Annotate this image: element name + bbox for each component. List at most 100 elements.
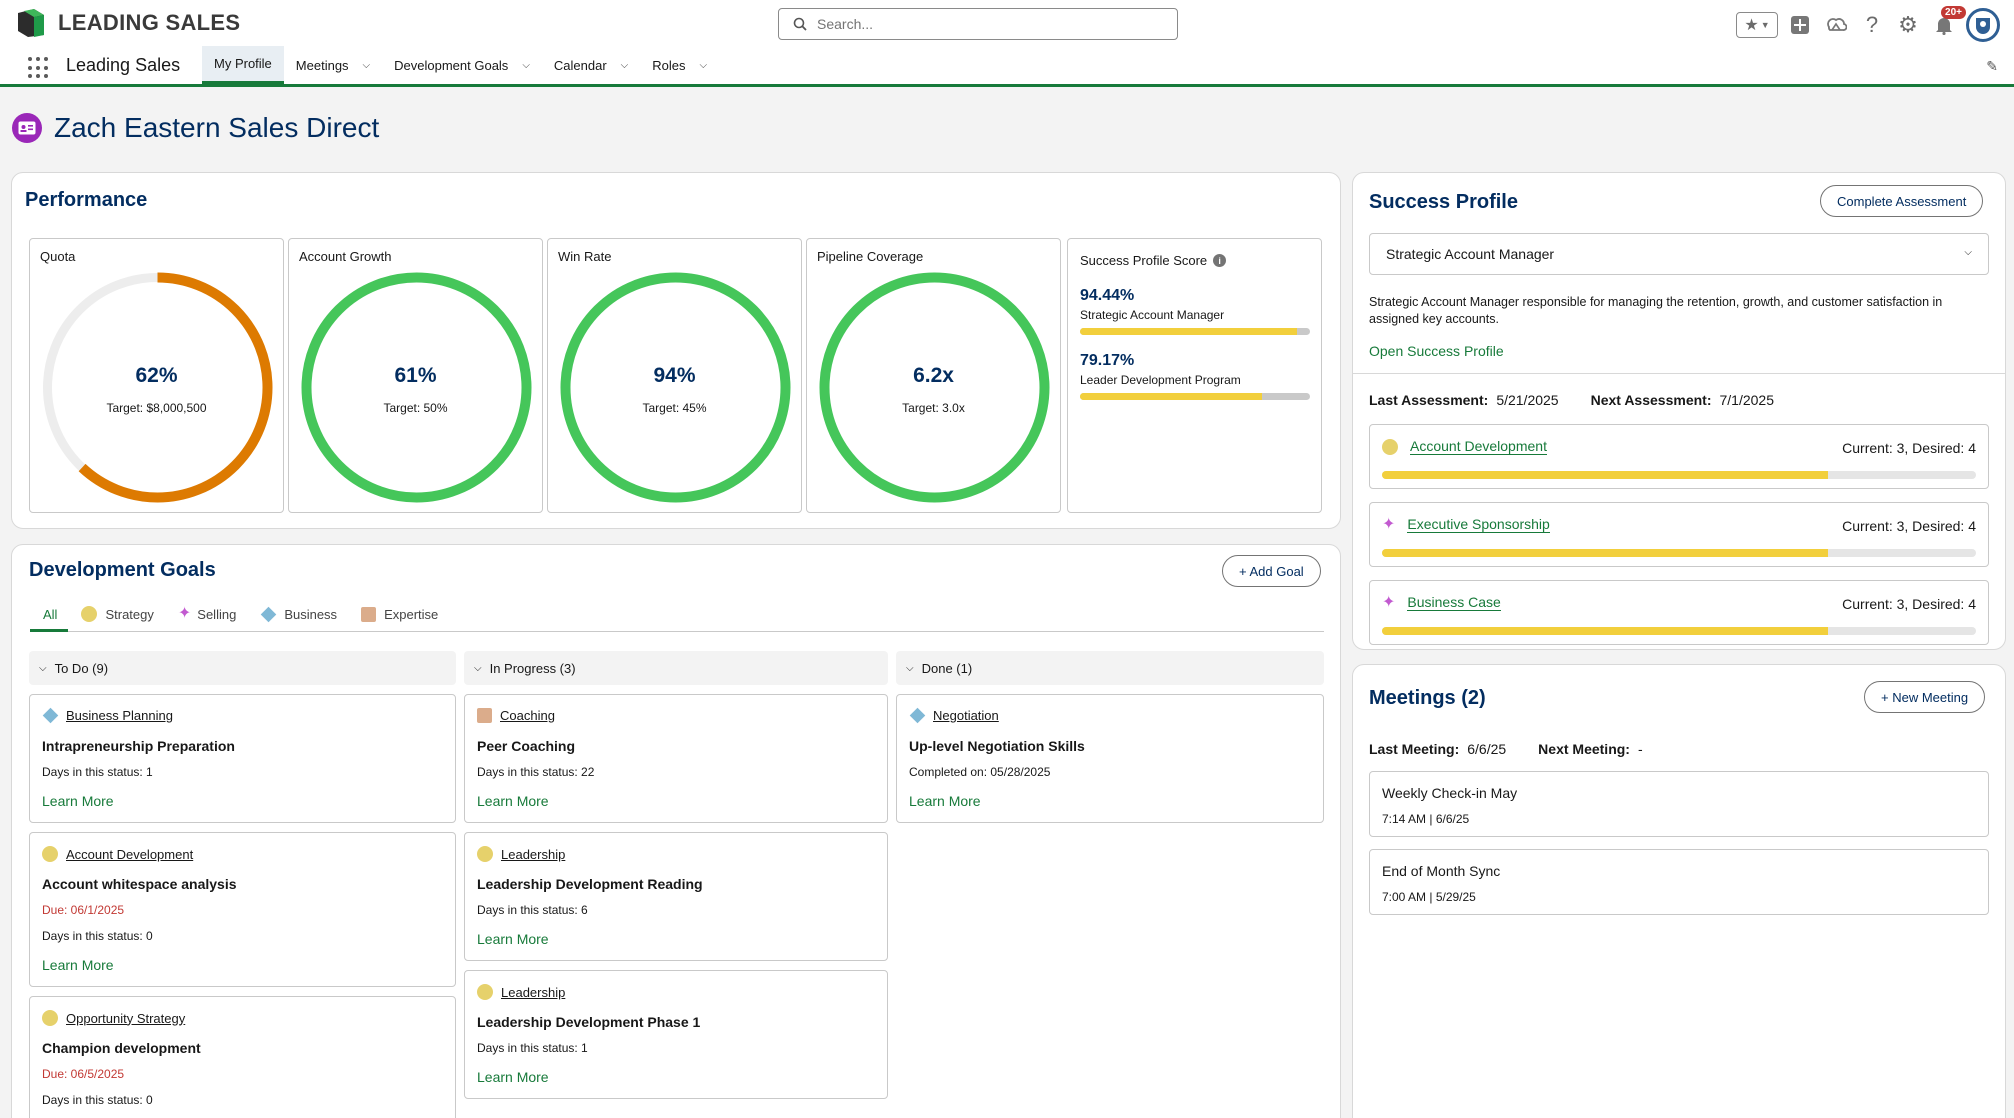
- learn-more-link[interactable]: Learn More: [477, 1069, 549, 1085]
- goal-card[interactable]: Negotiation Up-level Negotiation Skills …: [896, 694, 1324, 823]
- next-meeting-value: -: [1637, 741, 1643, 757]
- square-icon: [361, 606, 377, 622]
- column-todo-header[interactable]: ⌵ To Do (9): [29, 651, 456, 685]
- tab-my-profile[interactable]: My Profile: [202, 46, 284, 84]
- tab-roles[interactable]: Roles ⌵: [640, 46, 719, 84]
- diamond-icon: [909, 707, 926, 724]
- success-profile-card: Success Profile Complete Assessment Stra…: [1352, 172, 2006, 650]
- goal-card[interactable]: Business Planning Intrapreneurship Prepa…: [29, 694, 456, 823]
- competency-progress-fill: [1382, 471, 1828, 479]
- column-in-progress-header[interactable]: ⌵ In Progress (3): [464, 651, 888, 685]
- goal-category-link[interactable]: Leadership: [477, 846, 565, 862]
- goal-card[interactable]: Coaching Peer Coaching Days in this stat…: [464, 694, 888, 823]
- new-meeting-button[interactable]: + New Meeting: [1864, 681, 1986, 713]
- chevron-down-icon[interactable]: ⌵: [363, 60, 371, 71]
- user-avatar[interactable]: [1966, 8, 2000, 42]
- logo[interactable]: LEADING SALES: [14, 7, 240, 39]
- competency-stats: Current: 3, Desired: 4: [1842, 440, 1976, 456]
- goal-card[interactable]: Account Development Account whitespace a…: [29, 832, 456, 987]
- page-header: Zach Eastern Sales Direct: [12, 112, 379, 144]
- metric-win-rate[interactable]: Win Rate 94% Target: 45%: [547, 238, 802, 513]
- competency-card[interactable]: ✦ Executive Sponsorship Current: 3, Desir…: [1369, 502, 1989, 567]
- tab-label: Calendar: [553, 57, 607, 73]
- chevron-down-icon[interactable]: ⌵: [621, 60, 629, 71]
- learn-more-link[interactable]: Learn More: [42, 957, 114, 973]
- column-done-header[interactable]: ⌵ Done (1): [896, 651, 1324, 685]
- info-icon[interactable]: i: [1213, 254, 1227, 267]
- metric-value: 61%: [394, 364, 437, 387]
- global-search-input[interactable]: Search...: [778, 8, 1178, 40]
- metric-account-growth[interactable]: Account Growth 61% Target: 50%: [288, 238, 543, 513]
- meetings-card: Meetings (2) + New Meeting Last Meeting:…: [1352, 664, 2006, 1118]
- goal-due-date: Due: 06/5/2025: [42, 1067, 125, 1081]
- chevron-down-icon[interactable]: ⌵: [700, 60, 708, 71]
- metric-target: Target: 45%: [642, 401, 707, 415]
- goal-title: Up-level Negotiation Skills: [909, 738, 1085, 754]
- global-actions-button[interactable]: [1786, 11, 1814, 39]
- metric-quota[interactable]: Quota 62% Target: $8,000,500: [29, 238, 284, 513]
- open-success-profile-link[interactable]: Open Success Profile: [1369, 343, 1504, 359]
- development-goals-card: Development Goals + Add Goal All Strateg…: [11, 544, 1341, 1118]
- goal-card[interactable]: Leadership Leadership Development Phase …: [464, 970, 888, 1099]
- app-launcher-icon[interactable]: [28, 57, 50, 79]
- goal-category-link[interactable]: Account Development: [42, 846, 193, 862]
- filter-selling[interactable]: ✦ Selling: [178, 606, 236, 622]
- goal-category-link[interactable]: Negotiation: [909, 707, 999, 724]
- trailhead-button[interactable]: [1822, 11, 1850, 39]
- learn-more-link[interactable]: Learn More: [477, 931, 549, 947]
- goal-category: Leadership: [501, 984, 566, 1000]
- learn-more-link[interactable]: Learn More: [477, 793, 549, 809]
- notifications-button[interactable]: 20+: [1930, 6, 1966, 39]
- last-assessment-value: 5/21/2025: [1496, 392, 1559, 408]
- goal-card[interactable]: Leadership Leadership Development Readin…: [464, 832, 888, 961]
- goal-status: Days in this status: 22: [477, 765, 595, 779]
- help-button[interactable]: ?: [1858, 11, 1886, 39]
- filter-expertise[interactable]: Expertise: [361, 606, 438, 622]
- search-icon: [793, 17, 807, 31]
- sps-percent: 79.17%: [1080, 352, 1135, 369]
- learn-more-link[interactable]: Learn More: [42, 793, 114, 809]
- metric-label: Win Rate: [558, 249, 612, 264]
- tab-meetings[interactable]: Meetings ⌵: [284, 46, 382, 84]
- filter-strategy[interactable]: Strategy: [81, 606, 154, 622]
- goal-category-link[interactable]: Coaching: [477, 708, 555, 723]
- goal-category-link[interactable]: Opportunity Strategy: [42, 1010, 185, 1026]
- goal-category-link[interactable]: Leadership: [477, 984, 565, 1000]
- meeting-dates: Last Meeting: 6/6/25 Next Meeting: -: [1369, 741, 1643, 757]
- filter-business[interactable]: Business: [260, 606, 337, 622]
- chevron-down-icon[interactable]: ⌵: [522, 60, 530, 71]
- tab-development-goals[interactable]: Development Goals ⌵: [382, 46, 542, 84]
- meeting-item[interactable]: End of Month Sync 7:00 AM | 5/29/25: [1369, 849, 1989, 915]
- success-profile-score: Success Profile Score i 94.44% Strategic…: [1067, 238, 1322, 513]
- competency-link[interactable]: ✦ Executive Sponsorship: [1382, 516, 1550, 533]
- setup-button[interactable]: ⚙: [1894, 11, 1922, 39]
- meeting-item[interactable]: Weekly Check-in May 7:14 AM | 6/6/25: [1369, 771, 1989, 837]
- goal-category-link[interactable]: Business Planning: [42, 707, 173, 724]
- complete-assessment-button[interactable]: Complete Assessment: [1820, 185, 1984, 217]
- sps-row: 79.17% Leader Development Program: [1080, 352, 1310, 400]
- edit-nav-pencil-icon[interactable]: ✎: [1986, 58, 1998, 75]
- metric-pipeline-coverage[interactable]: Pipeline Coverage 6.2x Target: 3.0x: [806, 238, 1061, 513]
- competency-card[interactable]: Account Development Current: 3, Desired:…: [1369, 424, 1989, 489]
- metric-target: Target: $8,000,500: [106, 401, 207, 415]
- filter-all[interactable]: All: [43, 607, 57, 622]
- goal-card[interactable]: Opportunity Strategy Champion developmen…: [29, 996, 456, 1118]
- favorites-button[interactable]: ★ ▼: [1736, 12, 1778, 38]
- sparkle-icon: ✦: [177, 605, 192, 622]
- filter-label: Strategy: [105, 606, 154, 622]
- goal-status: Days in this status: 1: [477, 1041, 588, 1055]
- success-profile-select[interactable]: Strategic Account Manager ⌵: [1369, 233, 1989, 275]
- sparkle-icon: ✦: [1382, 593, 1396, 611]
- notification-badge: 20+: [1941, 6, 1966, 19]
- tab-calendar[interactable]: Calendar ⌵: [542, 46, 640, 84]
- goal-category: Coaching: [500, 708, 555, 723]
- competency-card[interactable]: ✦ Business Case Current: 3, Desired: 4: [1369, 580, 1989, 645]
- learn-more-link[interactable]: Learn More: [909, 793, 981, 809]
- performance-card: Performance Quota 62% Target: $8,000,500…: [11, 172, 1341, 529]
- goal-title: Champion development: [42, 1040, 201, 1056]
- competency-link[interactable]: ✦ Business Case: [1382, 594, 1501, 611]
- last-meeting-value: 6/6/25: [1467, 741, 1507, 757]
- add-goal-button[interactable]: + Add Goal: [1222, 555, 1321, 587]
- competency-link[interactable]: Account Development: [1382, 438, 1547, 455]
- goal-category: Leadership: [501, 846, 566, 862]
